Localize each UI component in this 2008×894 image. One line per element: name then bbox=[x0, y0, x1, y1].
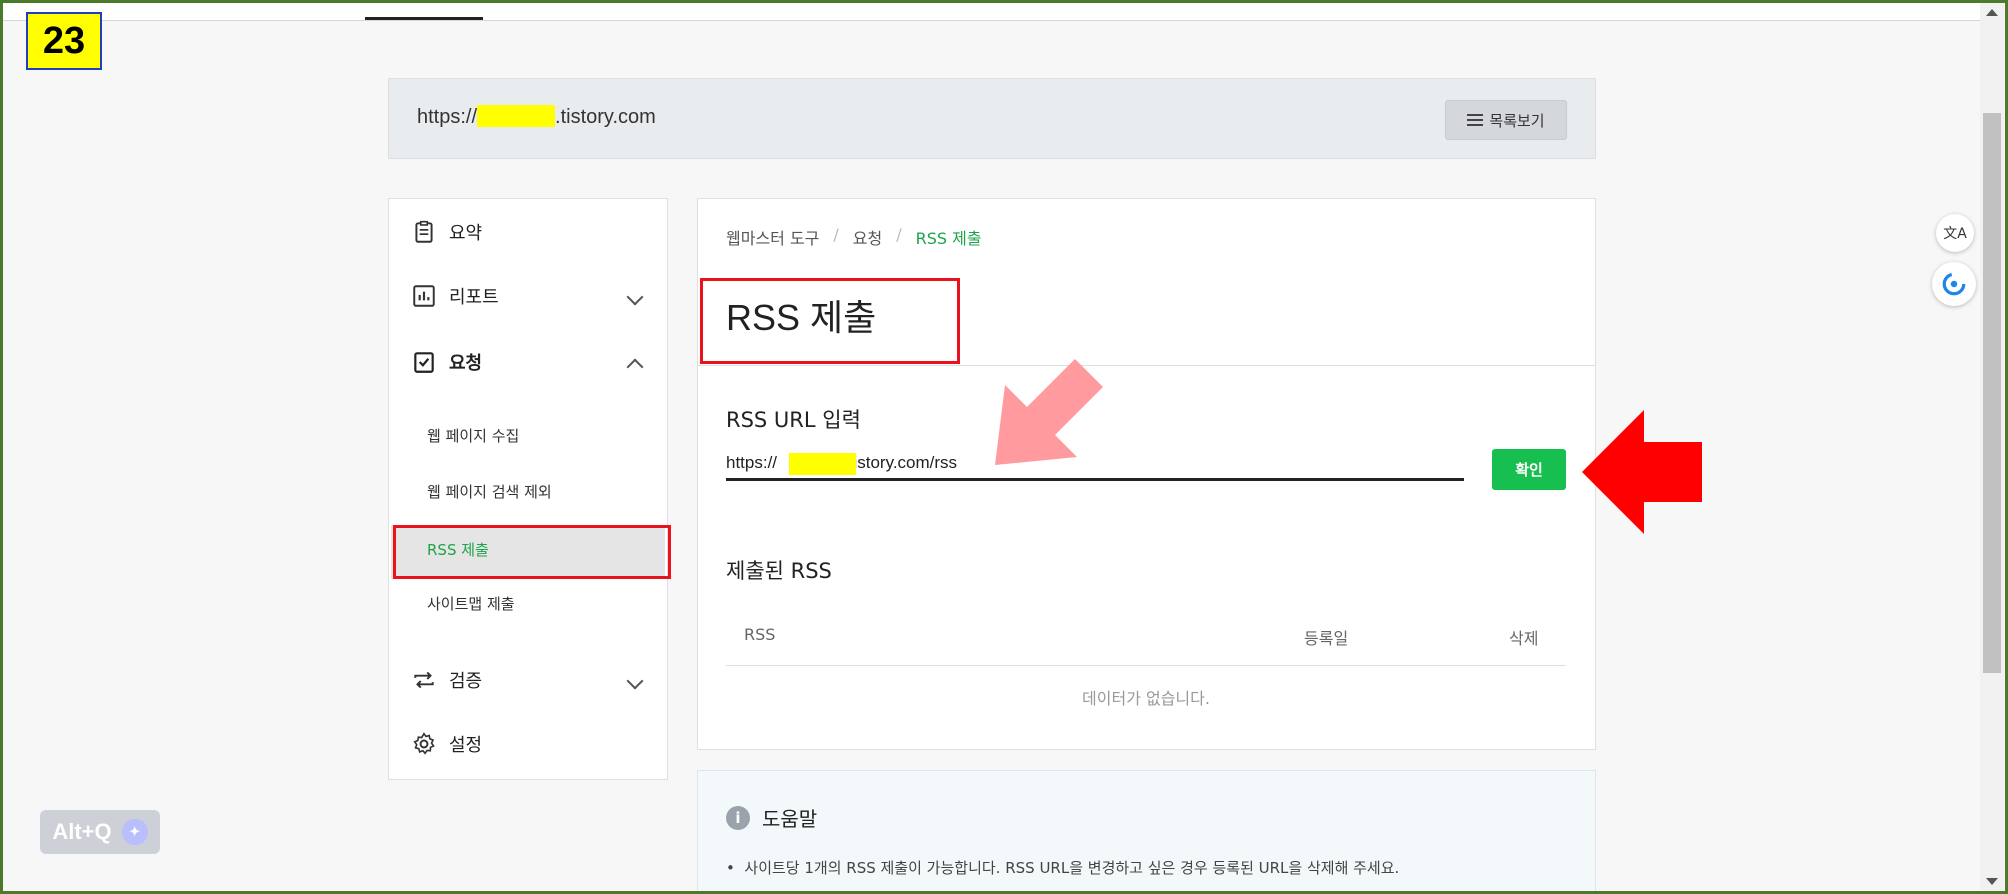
redacted-highlight bbox=[789, 453, 856, 475]
sidebar-sub-item-web-exclude[interactable]: 웹 페이지 검색 제외 bbox=[427, 481, 552, 502]
translate-glyph: 文A bbox=[1943, 226, 1967, 242]
breadcrumb-item[interactable]: 웹마스터 도구 bbox=[726, 225, 819, 249]
list-icon bbox=[1467, 114, 1484, 126]
sparkle-icon bbox=[1942, 272, 1966, 296]
table-empty-message: 데이터가 없습니다. bbox=[1082, 689, 1210, 708]
column-header-rss: RSS bbox=[744, 625, 776, 644]
rss-table-header: RSS 등록일 삭제 bbox=[726, 611, 1566, 666]
breadcrumb: 웹마스터 도구 / 요청 / RSS 제출 bbox=[726, 225, 982, 249]
list-view-label: 목록보기 bbox=[1489, 112, 1545, 130]
translate-icon[interactable]: 文A bbox=[1936, 214, 1974, 252]
help-note-text: 사이트당 1개의 RSS 제출이 가능합니다. RSS URL을 변경하고 싶은… bbox=[744, 859, 1400, 877]
annotation-highlight-box bbox=[393, 525, 671, 579]
help-title: 도움말 bbox=[762, 807, 818, 831]
submitted-rss-label: 제출된 RSS bbox=[726, 559, 832, 583]
assistant-icon[interactable] bbox=[1932, 262, 1976, 306]
sidebar-nav: 요약 리포트 요청 웹 페이지 수집 웹 페이지 검색 제외 RSS 제출 사이… bbox=[388, 198, 668, 780]
help-header: i 도움말 bbox=[726, 803, 817, 832]
chevron-down-icon[interactable] bbox=[626, 288, 644, 306]
browser-top-strip bbox=[3, 3, 1980, 21]
annotation-highlight-box bbox=[700, 278, 960, 364]
scroll-up-arrow-icon[interactable] bbox=[1986, 9, 1998, 16]
scrollbar-thumb[interactable] bbox=[1983, 113, 2001, 673]
help-note: • 사이트당 1개의 RSS 제출이 가능합니다. RSS URL을 변경하고 … bbox=[726, 859, 1400, 877]
confirm-button[interactable]: 확인 bbox=[1492, 449, 1566, 490]
help-panel: i 도움말 • 사이트당 1개의 RSS 제출이 가능합니다. RSS URL을… bbox=[697, 770, 1596, 894]
sidebar-item-label: 요약 bbox=[449, 223, 483, 244]
step-number-badge: 23 bbox=[26, 12, 102, 70]
scroll-down-arrow-icon[interactable] bbox=[1986, 878, 1998, 885]
alt-q-shortcut-badge[interactable]: Alt+Q ✦ bbox=[40, 810, 160, 854]
sidebar-item-settings[interactable]: 설정 bbox=[411, 731, 482, 757]
breadcrumb-current: RSS 제출 bbox=[915, 229, 982, 248]
site-url: https:// .tistory.com bbox=[417, 105, 656, 129]
rss-url-suffix: .tistory.com/rss bbox=[844, 453, 958, 472]
column-header-date: 등록일 bbox=[1304, 629, 1349, 648]
sidebar-item-request[interactable]: 요청 bbox=[411, 349, 482, 375]
breadcrumb-item[interactable]: 요청 bbox=[853, 225, 882, 249]
sidebar-sub-item-sitemap-submit[interactable]: 사이트맵 제출 bbox=[427, 593, 515, 614]
pink-arrow-annotation-icon bbox=[995, 359, 1103, 465]
sidebar-item-label: 검증 bbox=[449, 671, 483, 692]
sidebar-item-label: 요청 bbox=[449, 353, 483, 374]
breadcrumb-separator: / bbox=[896, 225, 902, 244]
red-arrow-annotation-icon bbox=[1582, 410, 1702, 534]
sidebar-item-label: 설정 bbox=[449, 735, 483, 756]
list-view-button[interactable]: 목록보기 bbox=[1445, 100, 1567, 140]
gear-icon bbox=[413, 732, 435, 755]
site-url-prefix: https:// bbox=[417, 106, 478, 128]
sidebar-item-report[interactable]: 리포트 bbox=[411, 283, 499, 309]
sidebar-sub-item-web-collect[interactable]: 웹 페이지 수집 bbox=[427, 425, 519, 446]
site-url-bar: https:// .tistory.com 목록보기 bbox=[388, 78, 1596, 159]
repeat-icon bbox=[414, 671, 434, 689]
sidebar-item-summary[interactable]: 요약 bbox=[411, 219, 482, 245]
column-header-delete: 삭제 bbox=[1509, 629, 1539, 648]
bar-chart-icon bbox=[413, 285, 435, 307]
sidebar-item-label: 리포트 bbox=[449, 287, 499, 308]
rss-url-prefix: https:// bbox=[726, 453, 778, 472]
active-tab-underline bbox=[365, 17, 483, 20]
rss-url-label: RSS URL 입력 bbox=[726, 408, 861, 432]
sidebar-item-verify[interactable]: 검증 bbox=[411, 667, 482, 693]
info-icon: i bbox=[726, 805, 750, 830]
clipboard-icon bbox=[415, 220, 433, 243]
chevron-up-icon[interactable] bbox=[626, 358, 644, 376]
chevron-down-icon[interactable] bbox=[626, 672, 644, 690]
alt-q-label: Alt+Q bbox=[52, 819, 112, 844]
clipboard-check-icon bbox=[414, 352, 434, 373]
sparkle-icon: ✦ bbox=[121, 819, 148, 845]
redacted-highlight bbox=[477, 105, 556, 127]
site-url-suffix: .tistory.com bbox=[555, 106, 656, 128]
divider bbox=[698, 365, 1595, 366]
vertical-scrollbar[interactable] bbox=[1980, 3, 2004, 891]
breadcrumb-separator: / bbox=[833, 225, 839, 244]
